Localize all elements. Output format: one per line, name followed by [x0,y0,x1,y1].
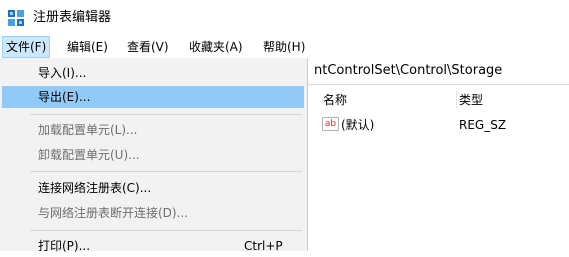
values-list: 名称 类型 ab (默认) REG_SZ [309,85,569,251]
menu-view[interactable]: 查看(V) [124,36,172,58]
menu-item-print[interactable]: 打印(P)... Ctrl+P [2,235,304,257]
title-bar: 注册表编辑器 [0,0,569,36]
column-header-name[interactable]: 名称 [323,92,347,108]
menu-item-shortcut: Ctrl+P [244,239,283,253]
menu-item-label: 导出(E)... [38,90,91,104]
value-type: REG_SZ [459,118,507,132]
window-title: 注册表编辑器 [33,10,112,25]
menu-item-label: 连接网络注册表(C)... [38,181,152,195]
menu-item-unload-hive[interactable]: 卸载配置单元(U)... [2,144,304,166]
menu-favorites[interactable]: 收藏夹(A) [186,36,246,58]
menu-item-label: 卸载配置单元(U)... [38,148,140,162]
menu-item-import[interactable]: 导入(I)... [2,62,304,84]
menu-item-connect-network-registry[interactable]: 连接网络注册表(C)... [2,177,304,199]
menu-separator [30,171,302,172]
string-value-icon: ab [322,117,339,131]
registry-editor-icon [8,10,24,26]
menu-file[interactable]: 文件(F) [2,36,51,58]
list-item[interactable]: ab (默认) REG_SZ [309,115,569,135]
menu-help[interactable]: 帮助(H) [260,36,308,58]
column-header-type[interactable]: 类型 [459,92,483,108]
menu-item-label: 加载配置单元(L)... [38,123,138,137]
menu-bar: 文件(F) 编辑(E) 查看(V) 收藏夹(A) 帮助(H) [0,36,569,59]
menu-item-disconnect-network-registry[interactable]: 与网络注册表断开连接(D)... [2,202,304,224]
menu-item-label: 打印(P)... [38,239,91,253]
address-path[interactable]: ntControlSet\Control\Storage [314,62,502,80]
menu-item-export[interactable]: 导出(E)... [2,86,304,108]
menu-separator [30,230,302,231]
menu-edit[interactable]: 编辑(E) [64,36,111,58]
menu-item-label: 与网络注册表断开连接(D)... [38,206,189,220]
menu-separator [30,114,302,115]
menu-item-load-hive[interactable]: 加载配置单元(L)... [2,119,304,141]
column-divider[interactable] [456,91,457,109]
value-name: (默认) [341,118,375,132]
menu-item-label: 导入(I)... [38,66,87,80]
file-menu-dropdown: 导入(I)... 导出(E)... 加载配置单元(L)... 卸载配置单元(U)… [0,58,308,253]
